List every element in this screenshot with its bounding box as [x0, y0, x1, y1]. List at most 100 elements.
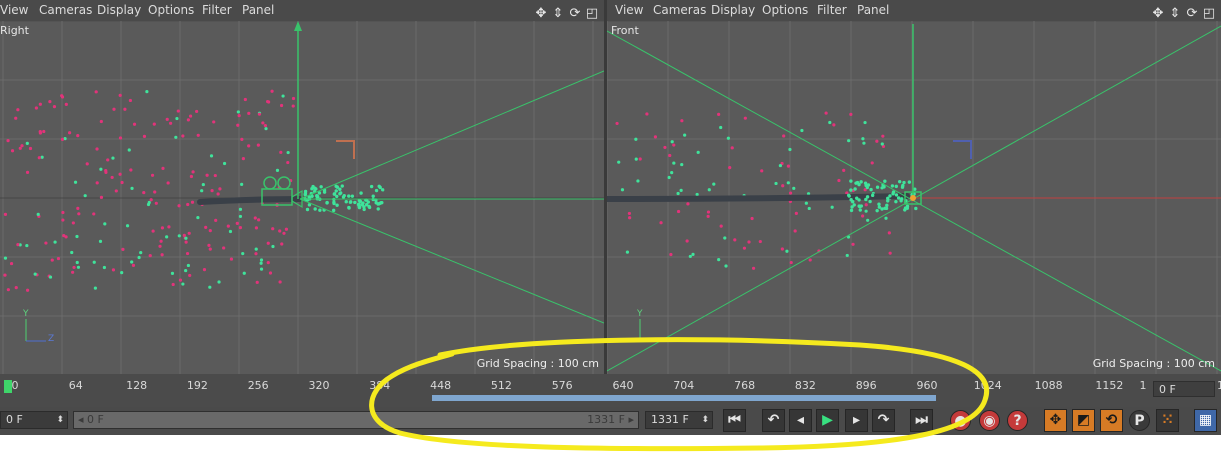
- rotate-view-icon[interactable]: ⟳: [1184, 6, 1200, 22]
- menu-panel[interactable]: Panel: [242, 3, 274, 17]
- particle: [189, 174, 194, 179]
- zoom-view-icon[interactable]: ⇕: [550, 6, 566, 22]
- particle: [14, 116, 18, 120]
- particle: [256, 143, 260, 147]
- particle: [869, 187, 873, 192]
- current-frame-field[interactable]: 0 F: [1153, 381, 1215, 397]
- toggle-view-icon[interactable]: ◰: [1201, 6, 1217, 22]
- menu-view[interactable]: View: [615, 3, 643, 17]
- autokey-button[interactable]: ◉: [979, 410, 1000, 431]
- particle: [837, 178, 841, 183]
- toggle-view-icon[interactable]: ◰: [584, 6, 600, 22]
- end-frame-field[interactable]: 1331 F ⬍: [645, 411, 713, 429]
- particle: [25, 141, 29, 145]
- menu-view[interactable]: View: [0, 3, 28, 17]
- particle: [241, 156, 245, 161]
- menu-filter[interactable]: Filter: [202, 3, 232, 17]
- key-rotation-button[interactable]: ⟲: [1100, 409, 1123, 432]
- key-scale-button[interactable]: ◩: [1072, 409, 1095, 432]
- viewport-nav-icons: ✥ ⇕ ⟳ ◰: [532, 2, 600, 21]
- zoom-view-icon[interactable]: ⇕: [1167, 6, 1183, 22]
- particle: [191, 170, 195, 174]
- next-frame-button[interactable]: ▸: [845, 409, 868, 432]
- timeline-tick-label: 640: [612, 379, 634, 392]
- previous-frame-button[interactable]: ◂: [789, 409, 812, 432]
- preview-range-slider[interactable]: ◂ 0 F 1331 F ▸: [73, 411, 639, 429]
- particle: [259, 267, 264, 271]
- keyframe-range-bar[interactable]: [432, 395, 936, 401]
- spinner-icon[interactable]: ⬍: [56, 412, 64, 428]
- particle: [68, 131, 72, 135]
- menu-cameras[interactable]: Cameras: [653, 3, 706, 17]
- particle: [103, 222, 107, 226]
- spinner-icon[interactable]: ⬍: [701, 412, 709, 428]
- particle: [104, 169, 108, 173]
- particle: [279, 150, 283, 154]
- particle: [319, 185, 323, 189]
- particle: [132, 122, 137, 126]
- key-pla-button[interactable]: ⁙: [1156, 409, 1179, 432]
- particle: [672, 143, 676, 147]
- particle: [142, 134, 147, 138]
- timeline-ruler[interactable]: 0 64 128 192 256 320 384 448 512 576 640 704 768 832 8…: [0, 374, 1221, 407]
- particle: [242, 271, 246, 275]
- next-key-button[interactable]: ↷: [872, 409, 895, 432]
- particle: [350, 194, 355, 198]
- particle: [691, 252, 695, 256]
- record-key-button[interactable]: ●: [950, 410, 971, 431]
- particle: [615, 121, 619, 126]
- rotate-view-icon[interactable]: ⟳: [567, 6, 583, 22]
- particle: [112, 107, 116, 111]
- particle: [620, 188, 625, 192]
- menu-filter[interactable]: Filter: [817, 3, 847, 17]
- particle: [900, 197, 904, 201]
- particle: [728, 166, 732, 170]
- particle: [271, 227, 275, 231]
- particle: [891, 190, 896, 194]
- goto-end-button[interactable]: ⏭: [910, 409, 933, 432]
- viewport-right[interactable]: View Cameras Display Options Filter Pane…: [0, 0, 604, 374]
- viewport-scene-right[interactable]: [0, 21, 604, 374]
- menu-cameras[interactable]: Cameras: [39, 3, 92, 17]
- viewport-front[interactable]: View Cameras Display Options Filter Pane…: [607, 0, 1221, 374]
- particle: [314, 187, 318, 191]
- menu-panel[interactable]: Panel: [857, 3, 889, 17]
- particle: [165, 235, 169, 239]
- particle: [184, 240, 188, 244]
- menu-display[interactable]: Display: [97, 3, 141, 17]
- particle: [847, 139, 851, 143]
- particle: [186, 118, 190, 122]
- move-view-icon[interactable]: ✥: [533, 6, 549, 22]
- play-button[interactable]: ▶: [816, 409, 839, 432]
- previous-key-button[interactable]: ↶: [762, 409, 785, 432]
- particle: [42, 129, 46, 134]
- particle: [75, 234, 79, 239]
- particle: [347, 194, 351, 198]
- particle: [34, 106, 38, 110]
- particle: [236, 123, 240, 127]
- particle: [171, 282, 175, 287]
- particle: [145, 89, 149, 94]
- particle: [190, 200, 195, 204]
- timeline-window-button[interactable]: ▦: [1194, 409, 1217, 432]
- viewport-scene-front[interactable]: [607, 21, 1221, 374]
- particle: [303, 189, 308, 194]
- viewport-label: Right: [0, 24, 29, 37]
- particle: [106, 158, 110, 162]
- move-view-icon[interactable]: ✥: [1150, 6, 1166, 22]
- particle: [903, 206, 908, 210]
- particle: [866, 218, 870, 222]
- goto-start-button[interactable]: ⏮: [723, 409, 746, 432]
- menu-display[interactable]: Display: [711, 3, 755, 17]
- menu-options[interactable]: Options: [762, 3, 808, 17]
- menu-options[interactable]: Options: [148, 3, 194, 17]
- particle: [77, 212, 81, 216]
- keyframe-selection-button[interactable]: ?: [1007, 410, 1028, 431]
- particle: [266, 261, 270, 265]
- particle: [832, 123, 836, 127]
- particle: [25, 170, 30, 174]
- key-position-button[interactable]: ✥: [1044, 409, 1067, 432]
- particle: [724, 264, 728, 268]
- key-parameter-button[interactable]: P: [1129, 410, 1150, 431]
- start-frame-field[interactable]: 0 F ⬍: [0, 411, 68, 429]
